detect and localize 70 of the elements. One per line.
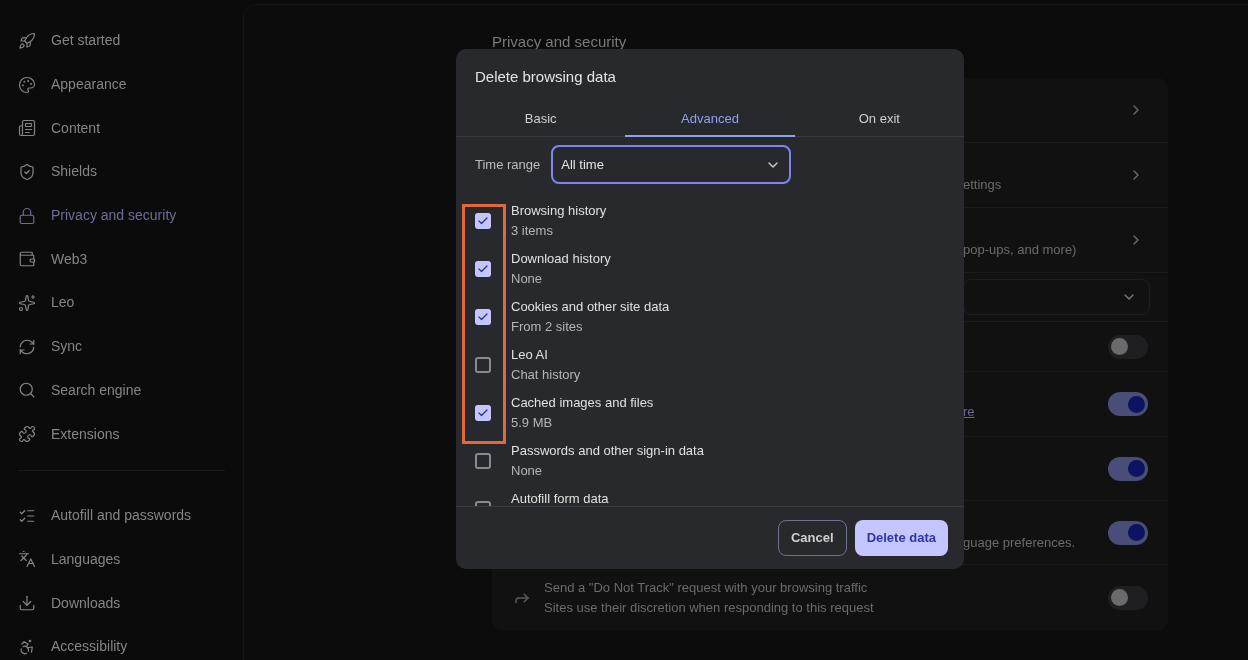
option-detail: From 2 sites [511,318,584,336]
wallet-icon [18,250,36,269]
check-icon [477,263,489,275]
sidebar-item[interactable]: Content [0,106,243,151]
sidebar-item[interactable]: Privacy and security [0,193,243,238]
option-label: Passwords and other sign-in data [511,442,704,460]
cancel-button[interactable]: Cancel [778,520,847,556]
page-heading: Privacy and security [492,32,628,52]
puzzle-icon [18,425,36,444]
search-icon [18,381,36,400]
sync-icon [18,337,36,356]
toggle-switch[interactable] [1108,520,1148,545]
checkbox[interactable] [475,213,491,229]
time-range-select[interactable]: All time [551,145,792,184]
option-label: Cookies and other site data [511,298,670,316]
download-icon [18,594,36,613]
option-label: Download history [511,250,611,268]
option-label: Browsing history [511,202,607,220]
sidebar-item[interactable]: Appearance [0,62,243,107]
tab[interactable]: Advanced [625,102,795,137]
sidebar-item[interactable]: Extensions [0,412,243,456]
setting-title: Send a "Do Not Track" request with your browsing traffic [544,578,869,597]
checkbox[interactable] [475,309,491,325]
delete-data-button[interactable]: Delete data [854,520,948,556]
check-icon [477,311,489,323]
sidebar-item[interactable]: Downloads [18,581,225,625]
option-label: Autofill form data [511,490,609,506]
sparkle-icon [18,293,36,312]
palette-icon [18,75,36,94]
option-detail: 3 items [511,222,554,240]
option-detail: Chat history [511,366,581,384]
time-range-label: Time range [475,155,541,174]
checkbox[interactable] [475,453,491,469]
sidebar-item[interactable]: Accessibility [18,624,225,660]
sidebar-item[interactable]: Web3 [0,237,243,282]
dialog-title: Delete browsing data [475,68,617,86]
newspaper-icon [18,119,36,138]
toggle-switch[interactable] [1108,392,1148,416]
setting-description: pop-ups, and more) [963,241,1077,260]
checkbox[interactable] [475,405,491,421]
option-label: Leo AI [511,346,549,364]
shield-icon [18,162,36,181]
toggle-switch[interactable] [1108,585,1148,610]
learn-more-link[interactable]: re [963,402,975,422]
lock-icon [18,206,36,225]
toggle-switch[interactable] [1108,456,1148,481]
rocket-icon [18,31,36,50]
option-detail: None [511,270,544,288]
option-detail: None [511,462,544,480]
sidebar-item[interactable]: Autofill and passwords [18,493,225,538]
sidebar-item[interactable]: Leo [0,281,243,325]
setting-description: Sites use their discretion when responding to this request [544,598,874,617]
option-label: Cached images and files [511,394,654,412]
tab[interactable]: Basic [456,102,626,137]
sidebar-item[interactable]: Get started [0,19,243,63]
sidebar-item[interactable]: Sync [0,324,243,369]
sidebar-item[interactable]: Languages [18,537,225,582]
toggle-switch[interactable] [1108,334,1148,359]
translate-icon [18,550,36,569]
sidebar-item[interactable]: Shields [0,150,243,194]
tab[interactable]: On exit [794,102,964,137]
setting-description: ettings [963,176,1002,195]
option-detail: 5.9 MB [511,414,554,432]
setting-description: guage preferences. [963,533,1076,552]
checkbox[interactable] [475,261,491,277]
accessibility-icon [18,637,36,656]
checkbox[interactable] [475,357,491,373]
sidebar-item[interactable]: Search engine [0,368,243,413]
check-icon [477,407,489,419]
check-icon [477,215,489,227]
